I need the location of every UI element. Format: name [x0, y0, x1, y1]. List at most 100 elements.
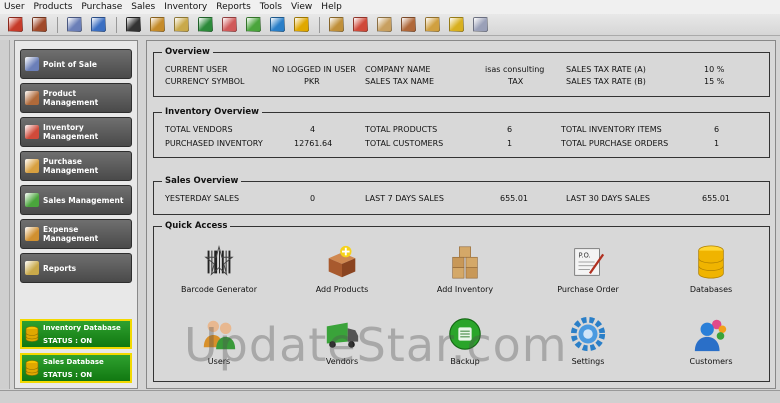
sidebar-item-inventory-management[interactable]: Inventory Management [20, 117, 132, 147]
sales-overview-group: Sales Overview YESTERDAY SALES 0 LAST 7 … [153, 176, 770, 215]
toolbar-login-button[interactable] [28, 15, 50, 35]
total-inventory-items-value: 6 [714, 125, 720, 134]
menu-purchase[interactable]: Purchase [81, 2, 122, 12]
toolbar-exit-button[interactable] [4, 15, 26, 35]
menu-inventory[interactable]: Inventory [164, 2, 207, 12]
toolbar-barcode-button[interactable] [122, 15, 144, 35]
status-bar [0, 390, 780, 403]
databases-icon [698, 245, 724, 279]
sidebar-item-reports[interactable]: Reports [20, 253, 132, 283]
toolbar-report-button[interactable] [170, 15, 192, 35]
sidebar-item-purchase-management[interactable]: Purchase Management [20, 151, 132, 181]
expense-icon [25, 227, 39, 241]
total-purchase-orders-value: 1 [714, 139, 720, 148]
customers-icon [694, 319, 727, 352]
backup-icon [449, 318, 481, 350]
toolbar-separator [116, 16, 117, 33]
sidebar-item-expense-management[interactable]: Expense Management [20, 219, 132, 249]
toolbar-vendors-button[interactable] [218, 15, 240, 35]
toolbar-pos-button[interactable] [63, 15, 85, 35]
toolbar-hierarchy-button[interactable] [146, 15, 168, 35]
toolbar-inventory-button[interactable] [349, 15, 371, 35]
purchase-icon [25, 159, 39, 173]
settings-gear-icon [570, 316, 606, 352]
currency-symbol-value: PKR [304, 77, 320, 86]
toolbar-separator [319, 16, 320, 33]
home-icon [90, 17, 106, 32]
toolbar-folder-button[interactable] [325, 15, 347, 35]
inventory-database-status[interactable]: Inventory Database STATUS : ON [20, 319, 132, 349]
total-products-value: 6 [507, 125, 513, 134]
menu-user[interactable]: User [4, 2, 25, 12]
sales-tax-rate-a-value: 10 % [704, 65, 725, 74]
current-user-label: CURRENT USER [165, 65, 228, 74]
quick-access-label: Vendors [325, 357, 359, 366]
inventory-overview-title: Inventory Overview [162, 107, 262, 117]
quick-access-label: Settings [571, 357, 605, 366]
sidebar-item-point-of-sale[interactable]: Point of Sale [20, 49, 132, 79]
quick-access-backup[interactable]: Backup [410, 315, 520, 366]
sales-tax-rate-b-label: SALES TAX RATE (B) [566, 77, 646, 86]
quick-access-label: Add Products [315, 285, 369, 294]
current-user-value: NO LOGGED IN USER [272, 65, 356, 74]
add-inventory-icon [452, 246, 478, 279]
toolbar-settings-button[interactable] [266, 15, 288, 35]
toolbar-calculator-button[interactable] [445, 15, 467, 35]
quick-access-label: Purchase Order [557, 285, 619, 294]
quick-access-users[interactable]: Users [164, 315, 274, 366]
sales-overview-title: Sales Overview [162, 176, 242, 186]
sidebar-item-sales-management[interactable]: Sales Management [20, 185, 132, 215]
toolbar-purchase-order-button[interactable] [469, 15, 491, 35]
menu-help[interactable]: Help [321, 2, 342, 12]
toolbar-package-button[interactable] [421, 15, 443, 35]
box-icon [25, 91, 39, 105]
total-customers-value: 1 [507, 139, 513, 148]
quick-access-purchase-order[interactable]: P.O. Purchase Order [533, 243, 643, 294]
menu-tools[interactable]: Tools [260, 2, 282, 12]
quick-access-customers[interactable]: Customers [656, 315, 766, 366]
vendors-icon [221, 17, 237, 32]
add-products-icon [328, 245, 356, 278]
folder-icon [328, 17, 344, 32]
menu-products[interactable]: Products [34, 2, 73, 12]
truck-icon [197, 17, 213, 32]
toolbar-home-button[interactable] [87, 15, 109, 35]
reports-icon [25, 261, 39, 275]
overview-title: Overview [162, 47, 213, 57]
quick-access-label: Databases [689, 285, 733, 294]
toolbar-separator [57, 16, 58, 33]
toolbar-add-products-button[interactable] [397, 15, 419, 35]
menu-view[interactable]: View [291, 2, 312, 12]
sidebar-item-label: Sales Management [43, 195, 124, 205]
hierarchy-icon [149, 17, 165, 32]
last-30-days-sales-value: 655.01 [702, 194, 730, 203]
calculator-icon [448, 17, 464, 32]
barcode-icon [125, 17, 141, 32]
menu-sales[interactable]: Sales [131, 2, 155, 12]
quick-access-add-products[interactable]: Add Products [287, 243, 397, 294]
quick-access-add-inventory[interactable]: Add Inventory [410, 243, 520, 294]
toolbar-database-button[interactable] [290, 15, 312, 35]
database-title: Inventory Database [43, 323, 121, 332]
company-name-value: isas consulting [485, 65, 545, 74]
sales-database-status[interactable]: Sales Database STATUS : ON [20, 353, 132, 383]
total-vendors-label: TOTAL VENDORS [165, 125, 233, 134]
total-products-label: TOTAL PRODUCTS [365, 125, 438, 134]
database-icon [25, 326, 39, 342]
database-status: STATUS : ON [43, 336, 93, 345]
sales-tax-rate-b-value: 15 % [704, 77, 725, 86]
toolbar-boxes-button[interactable] [373, 15, 395, 35]
quick-access-databases[interactable]: Databases [656, 243, 766, 294]
menu-reports[interactable]: Reports [216, 2, 251, 12]
pos-icon [66, 17, 82, 32]
quick-access-title: Quick Access [162, 221, 231, 231]
purchased-inventory-label: PURCHASED INVENTORY [165, 139, 263, 148]
total-inventory-items-label: TOTAL INVENTORY ITEMS [561, 125, 662, 134]
quick-access-vendors[interactable]: Vendors [287, 315, 397, 366]
quick-access-settings[interactable]: Settings [533, 315, 643, 366]
sidebar-item-product-management[interactable]: Product Management [20, 83, 132, 113]
toolbar-chart-button[interactable] [242, 15, 264, 35]
pos-icon [25, 57, 39, 71]
quick-access-barcode-generator[interactable]: Barcode Generator [164, 243, 274, 294]
toolbar-truck-button[interactable] [194, 15, 216, 35]
